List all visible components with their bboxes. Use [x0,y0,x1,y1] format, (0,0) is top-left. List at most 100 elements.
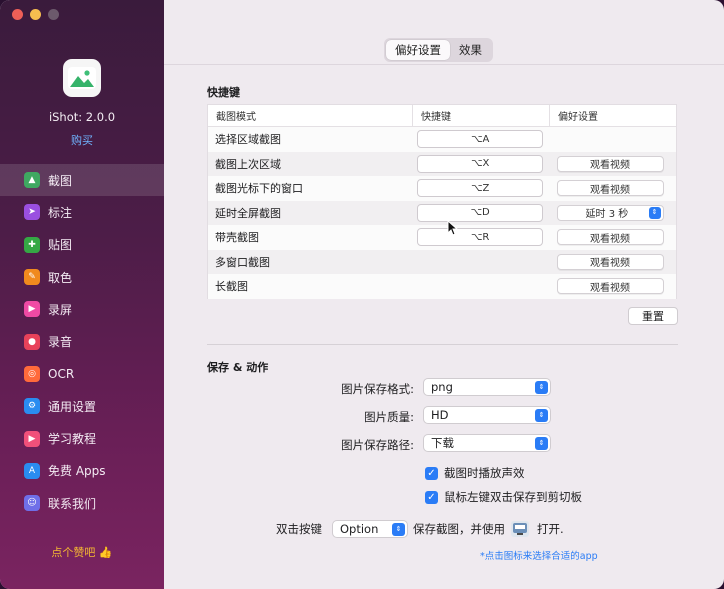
sidebar-item-8[interactable]: ▶ 学习教程 [0,422,164,454]
reset-button[interactable]: 重置 [628,307,678,325]
table-row: 带壳截图 ⌥R 观看视频 [208,225,676,250]
watch-video-button[interactable]: 观看视频 [556,253,664,270]
like-link[interactable]: 点个赞吧 👍 [0,544,164,560]
shortcut-key-field[interactable]: ⌥A [417,130,544,149]
ocr-icon: ◎ [24,365,40,382]
path-label: 图片保存路径: [341,438,414,452]
app-logo-icon [63,59,101,97]
image-icon: ▲ [24,172,40,189]
quality-label: 图片质量: [364,410,414,424]
shortcut-mode: 选择区域截图 [215,133,281,147]
sidebar-item-7[interactable]: ⚙ 通用设置 [0,390,164,422]
chevron-updown-icon: ⇕ [392,523,405,536]
path-value: 下载 [431,436,454,450]
quality-select[interactable]: HD ⇕ [423,406,551,424]
zoom-button[interactable] [48,9,59,20]
watch-video-button[interactable]: 观看视频 [556,229,664,246]
clipboard-checkbox-row[interactable]: ✓ 鼠标左键双击保存到剪切板 [425,489,582,505]
quality-value: HD [431,408,449,422]
sidebar-item-5[interactable]: ● 录音 [0,325,164,357]
shortcuts-section-title: 快捷键 [207,86,240,99]
double-click-row: 双击按键 Option ⇕ 保存截图，并使用 打开. [276,520,564,538]
tab-effects[interactable]: 效果 [450,40,491,60]
shortcut-key-field[interactable]: ⌥X [417,154,544,173]
table-row: 截图光标下的窗口 ⌥Z 观看视频 [208,176,676,201]
chevron-updown-icon: ⇕ [535,437,548,450]
format-select[interactable]: png ⇕ [423,378,551,396]
app-chooser-hint: *点击图标来选择合适的app [480,551,598,562]
sidebar-item-10[interactable]: ☺ 联系我们 [0,487,164,519]
shortcut-key-cell: ⌥X [417,154,554,173]
format-label: 图片保存格式: [341,382,414,396]
sidebar-item-label: 通用设置 [48,399,97,414]
close-button[interactable] [12,9,23,20]
microphone-icon: ● [24,333,40,350]
shortcut-pref-cell: 观看视频 [555,278,676,295]
column-header-pref: 偏好设置 [558,112,598,123]
mouse-cursor-icon [447,220,459,236]
pin-icon: ✚ [24,236,40,253]
sidebar-item-9[interactable]: A 免费 Apps [0,455,164,487]
clipboard-label: 鼠标左键双击保存到剪切板 [444,490,582,504]
shortcut-key-field[interactable]: ⌥R [417,228,544,247]
shortcut-key-field[interactable]: ⌥Z [417,179,544,198]
sidebar-item-2[interactable]: ✚ 贴图 [0,229,164,261]
sidebar-item-0[interactable]: ▲ 截图 [0,164,164,197]
shortcut-key-cell: ⌥D [417,203,554,222]
contacts-icon: ☺ [24,495,40,512]
sidebar-item-label: 贴图 [48,238,73,253]
shortcut-pref-cell: 观看视频 [555,155,676,172]
clipboard-checkbox[interactable]: ✓ [425,490,438,504]
shortcut-pref-cell: 延时 3 秒 ⇕ [555,204,676,221]
minimize-button[interactable] [30,9,41,20]
watch-video-button[interactable]: 观看视频 [556,278,664,295]
sound-label: 截图时播放声效 [444,466,525,480]
sound-checkbox[interactable]: ✓ [425,466,438,480]
gear-icon: ⚙ [24,398,40,415]
shortcut-key-cell: ⌥A [417,130,554,149]
double-click-label: 双击按键 [276,522,322,536]
shortcut-key-cell: ⌥R [417,228,554,247]
sound-checkbox-row[interactable]: ✓ 截图时播放声效 [425,465,525,481]
table-row: 多窗口截图 观看视频 [208,249,676,274]
delay-select[interactable]: 延时 3 秒 ⇕ [556,204,664,221]
chevron-updown-icon: ⇕ [535,381,548,394]
sidebar-item-label: 标注 [48,205,73,220]
sidebar-item-label: 取色 [48,270,73,285]
shortcut-mode: 截图上次区域 [215,157,281,171]
sidebar-item-3[interactable]: ✎ 取色 [0,261,164,293]
sidebar: iShot: 2.0.0 购买 ▲ 截图 ➤ 标注 ✚ 贴图 ✎ 取色 ▶ 录屏 ● 录音 ◎ OCR ⚙ 通… [0,0,164,589]
sidebar-item-4[interactable]: ▶ 录屏 [0,293,164,325]
double-click-key-select[interactable]: Option ⇕ [332,520,408,538]
save-section-title: 保存 & 动作 [207,361,269,374]
chevron-updown-icon: ⇕ [535,409,548,422]
table-row: 长截图 观看视频 [208,274,676,299]
app-version-title: iShot: 2.0.0 [48,110,116,124]
sidebar-nav: ▲ 截图 ➤ 标注 ✚ 贴图 ✎ 取色 ▶ 录屏 ● 录音 ◎ OCR ⚙ 通用设置 ▶ 学习教程 A 免费 Apps… [0,164,164,519]
sidebar-item-1[interactable]: ➤ 标注 [0,196,164,228]
chevron-updown-icon: ⇕ [648,206,661,219]
table-row: 截图上次区域 ⌥X 观看视频 [208,151,676,176]
divider [164,64,724,65]
table-row: 选择区域截图 ⌥A [208,127,676,152]
shortcut-mode: 截图光标下的窗口 [215,182,303,196]
watch-video-button[interactable]: 观看视频 [556,155,664,172]
shortcut-mode: 带壳截图 [215,231,259,245]
app-chooser-icon[interactable] [511,521,529,537]
sidebar-item-label: OCR [48,366,75,381]
shortcut-key-field[interactable]: ⌥D [417,203,544,222]
watch-video-button[interactable]: 观看视频 [556,180,664,197]
tab-preferences[interactable]: 偏好设置 [386,40,450,60]
sidebar-item-6[interactable]: ◎ OCR [0,358,164,390]
shortcuts-table: 截图模式 快捷键 偏好设置 选择区域截图 ⌥A 截图上次区域 ⌥X 观看视频 截图光标下的… [207,104,677,299]
buy-link[interactable]: 购买 [0,132,164,148]
double-click-middle-text: 保存截图，并使用 [413,522,505,536]
path-select[interactable]: 下载 ⇕ [423,434,551,452]
double-click-open-text: 打开. [537,522,564,536]
tab-bar: 偏好设置 效果 [384,38,493,62]
appstore-icon: A [24,462,40,479]
window-controls [12,9,59,20]
shortcut-pref-cell: 观看视频 [555,180,676,197]
sidebar-item-label: 联系我们 [48,496,97,511]
eyedropper-icon: ✎ [24,269,40,286]
